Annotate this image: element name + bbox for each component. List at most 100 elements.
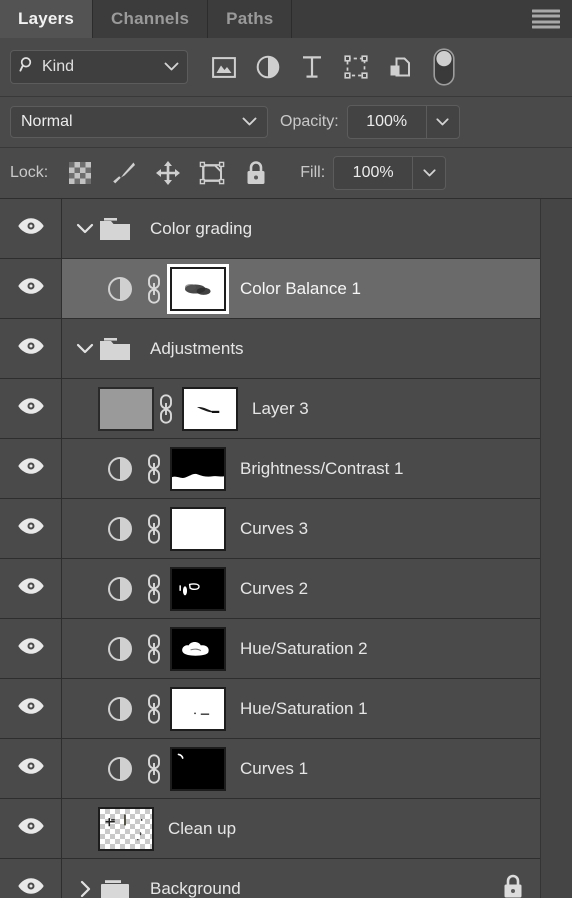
layer-name[interactable]: Background xyxy=(150,879,241,898)
adjustment-layer-icon[interactable] xyxy=(98,756,142,782)
layer-visibility-toggle[interactable] xyxy=(0,199,62,258)
filter-pixel-layers-icon[interactable] xyxy=(202,47,246,87)
layer-name[interactable]: Adjustments xyxy=(150,339,244,359)
lock-artboard-nesting-icon[interactable] xyxy=(190,155,234,191)
link-mask-icon[interactable] xyxy=(142,573,166,604)
layer-visibility-toggle[interactable] xyxy=(0,499,62,558)
panel-menu-icon[interactable] xyxy=(532,9,560,29)
adjustment-layer-icon[interactable] xyxy=(98,576,142,602)
lock-position-icon[interactable] xyxy=(146,155,190,191)
link-mask-icon[interactable] xyxy=(154,393,178,424)
layer-mask-thumbnail[interactable] xyxy=(170,446,226,491)
layer-row[interactable]: Curves 1 xyxy=(0,739,541,799)
filter-adjustment-layers-icon[interactable] xyxy=(246,47,290,87)
link-mask-icon[interactable] xyxy=(142,693,166,724)
filter-toggle-switch[interactable] xyxy=(422,47,466,87)
adjustment-layer-icon[interactable] xyxy=(98,456,142,482)
filter-type-layers-icon[interactable] xyxy=(290,47,334,87)
layer-visibility-toggle[interactable] xyxy=(0,259,62,318)
layer-name[interactable]: Brightness/Contrast 1 xyxy=(240,459,403,479)
adjustment-layer-icon[interactable] xyxy=(98,696,142,722)
layer-name[interactable]: Color grading xyxy=(150,219,252,239)
eye-icon xyxy=(17,397,45,420)
layer-mask-thumbnail[interactable] xyxy=(170,746,226,791)
tab-paths[interactable]: Paths xyxy=(208,0,293,38)
layer-row[interactable]: Curves 2 xyxy=(0,559,541,619)
chevron-right-icon[interactable] xyxy=(72,880,98,898)
layer-mask-thumbnail[interactable] xyxy=(170,566,226,611)
lock-all-icon[interactable] xyxy=(234,155,278,191)
adjustment-layer-icon[interactable] xyxy=(98,276,142,302)
lock-fill-toolbar: Lock: Fill: 100% xyxy=(0,148,572,199)
layer-row-content: Adjustments xyxy=(62,319,540,378)
layer-row[interactable]: Clean up xyxy=(0,799,541,859)
tab-channels[interactable]: Channels xyxy=(93,0,209,38)
link-mask-icon[interactable] xyxy=(142,513,166,544)
layer-visibility-toggle[interactable] xyxy=(0,559,62,618)
chevron-down-icon[interactable] xyxy=(164,58,179,76)
adjustment-layer-icon[interactable] xyxy=(98,636,142,662)
layer-mask-thumbnail[interactable] xyxy=(182,386,238,431)
layer-name[interactable]: Hue/Saturation 1 xyxy=(240,699,368,719)
eye-icon xyxy=(17,637,45,660)
layer-row[interactable]: Hue/Saturation 1 xyxy=(0,679,541,739)
layer-row[interactable]: Curves 3 xyxy=(0,499,541,559)
fill-stepper-chevron-down-icon[interactable] xyxy=(413,157,445,189)
layer-row[interactable]: Color grading xyxy=(0,199,541,259)
lock-image-pixels-icon[interactable] xyxy=(102,155,146,191)
lock-label: Lock: xyxy=(10,164,49,181)
link-mask-icon[interactable] xyxy=(142,273,166,304)
opacity-value[interactable]: 100% xyxy=(348,106,427,138)
layer-mask-thumbnail[interactable] xyxy=(170,506,226,551)
fill-value[interactable]: 100% xyxy=(334,157,414,189)
eye-icon xyxy=(17,517,45,540)
layer-visibility-toggle[interactable] xyxy=(0,799,62,858)
chevron-down-icon[interactable] xyxy=(72,343,98,354)
filter-kind-select[interactable]: Kind xyxy=(10,50,188,84)
layer-visibility-toggle[interactable] xyxy=(0,739,62,798)
layer-name[interactable]: Curves 1 xyxy=(240,759,308,779)
layer-row[interactable]: Layer 3 xyxy=(0,379,541,439)
opacity-field[interactable]: 100% xyxy=(346,105,460,139)
link-mask-icon[interactable] xyxy=(142,753,166,784)
layer-visibility-toggle[interactable] xyxy=(0,859,62,898)
layer-visibility-toggle[interactable] xyxy=(0,679,62,738)
layer-name[interactable]: Hue/Saturation 2 xyxy=(240,639,368,659)
chevron-down-icon[interactable] xyxy=(72,223,98,234)
layer-name[interactable]: Curves 2 xyxy=(240,579,308,599)
layer-row[interactable]: Hue/Saturation 2 xyxy=(0,619,541,679)
layer-mask-thumbnail[interactable] xyxy=(170,686,226,731)
layer-visibility-toggle[interactable] xyxy=(0,379,62,438)
tab-layers[interactable]: Layers xyxy=(0,0,94,38)
chevron-down-icon[interactable] xyxy=(242,113,257,131)
link-mask-icon[interactable] xyxy=(142,633,166,664)
layer-name[interactable]: Color Balance 1 xyxy=(240,279,361,299)
opacity-label: Opacity: xyxy=(280,113,339,130)
lock-transparent-pixels-icon[interactable] xyxy=(58,155,102,191)
layer-name[interactable]: Layer 3 xyxy=(252,399,309,419)
panel-tab-bar: Layers Channels Paths xyxy=(0,0,572,38)
link-mask-icon[interactable] xyxy=(142,453,166,484)
layer-mask-thumbnail[interactable] xyxy=(170,626,226,671)
layer-list-scrollbar[interactable] xyxy=(540,199,572,898)
layer-row[interactable]: Adjustments xyxy=(0,319,541,379)
fill-field[interactable]: 100% xyxy=(333,156,447,190)
layer-visibility-toggle[interactable] xyxy=(0,439,62,498)
layer-thumbnail[interactable] xyxy=(98,386,154,431)
layer-mask-thumbnail[interactable] xyxy=(170,266,226,311)
layer-name[interactable]: Clean up xyxy=(168,819,236,839)
layer-thumbnail[interactable] xyxy=(98,806,154,851)
eye-icon xyxy=(17,877,45,898)
blend-mode-select[interactable]: Normal xyxy=(10,106,268,138)
layer-visibility-toggle[interactable] xyxy=(0,319,62,378)
filter-smart-object-layers-icon[interactable] xyxy=(378,47,422,87)
adjustment-layer-icon[interactable] xyxy=(98,516,142,542)
layer-row[interactable]: Background xyxy=(0,859,541,898)
layer-visibility-toggle[interactable] xyxy=(0,619,62,678)
opacity-stepper-chevron-down-icon[interactable] xyxy=(427,106,459,138)
tab-layers-label: Layers xyxy=(18,9,75,28)
layer-row[interactable]: Brightness/Contrast 1 xyxy=(0,439,541,499)
layer-name[interactable]: Curves 3 xyxy=(240,519,308,539)
filter-shape-layers-icon[interactable] xyxy=(334,47,378,87)
layer-row[interactable]: Color Balance 1 xyxy=(0,259,541,319)
